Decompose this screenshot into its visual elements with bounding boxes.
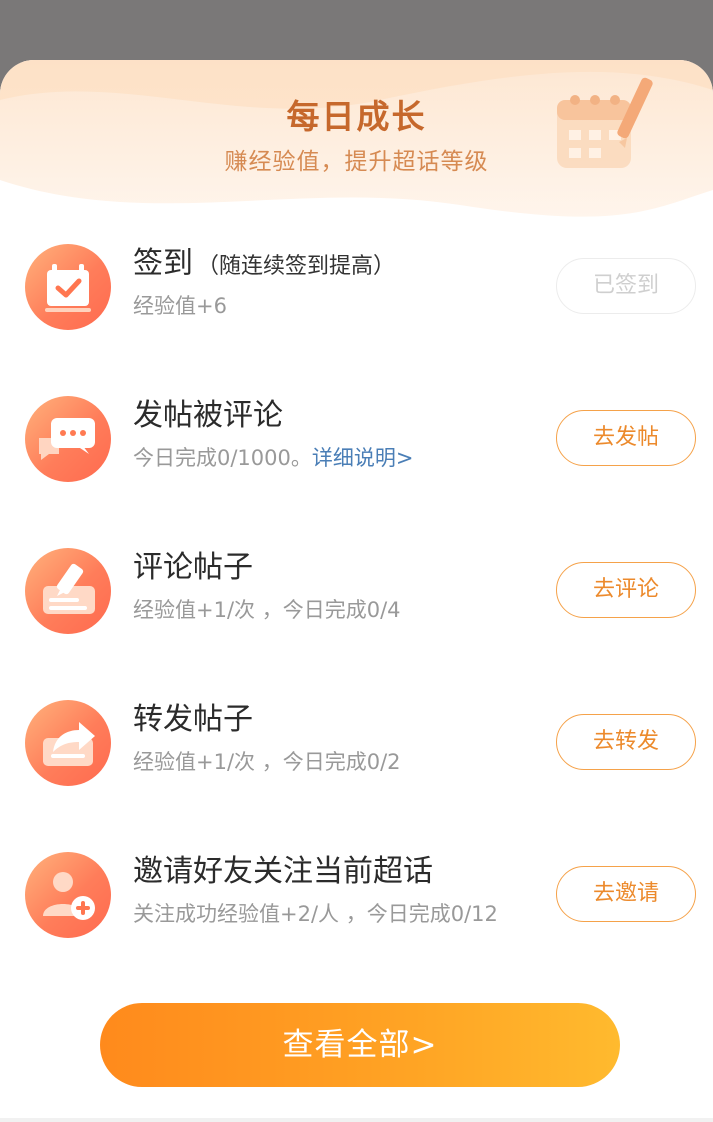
go-post-button[interactable]: 去发帖 [556,410,696,466]
task-title: 评论帖子 [133,550,253,585]
task-row-checkin: 签到 （随连续签到提高） 经验值+6 已签到 [0,232,713,342]
view-all-button[interactable]: 查看全部> [100,1003,620,1087]
page-subtitle: 赚经验值，提升超话等级 [224,149,489,175]
task-row-repost: 转发帖子 经验值+1/次 ，今日完成0/2 去转发 [0,688,713,798]
task-description: 经验值+6 [133,294,227,318]
chat-bubbles-icon [25,396,111,482]
task-title-text: 签到 [133,246,193,281]
task-title: 签到 （随连续签到提高） [133,238,395,282]
task-title: 转发帖子 [133,702,253,737]
task-description: 今日完成0/1000。详细说明> [133,442,414,472]
task-description: 关注成功经验值+2/人 ，今日完成0/12 [133,902,498,926]
task-row-comment: 评论帖子 经验值+1/次 ，今日完成0/4 去评论 [0,536,713,646]
details-link[interactable]: 详细说明> [312,446,414,470]
task-title: 发帖被评论 [133,398,283,433]
task-description: 经验值+1/次 ，今日完成0/4 [133,598,401,622]
go-repost-button[interactable]: 去转发 [556,714,696,770]
task-title-note: （随连续签到提高） [197,254,396,279]
task-row-post-commented: 发帖被评论 今日完成0/1000。详细说明> 去发帖 [0,384,713,494]
comment-edit-icon [25,548,111,634]
task-row-invite: 邀请好友关注当前超话 关注成功经验值+2/人 ，今日完成0/12 去邀请 [0,840,713,950]
task-title: 邀请好友关注当前超话 [133,854,433,889]
divider [0,1118,713,1122]
go-invite-button[interactable]: 去邀请 [556,866,696,922]
checked-in-button[interactable]: 已签到 [556,258,696,314]
add-friend-icon [25,852,111,938]
daily-growth-panel: 每日成长 赚经验值，提升超话等级 签到（随连续签到提高） 经验值+6 已签到 [0,60,713,1122]
share-forward-icon [25,700,111,786]
task-description: 经验值+1/次 ，今日完成0/2 [133,750,401,774]
panel-header: 每日成长 赚经验值，提升超话等级 [0,60,713,230]
go-comment-button[interactable]: 去评论 [556,562,696,618]
calendar-check-icon [25,244,111,330]
page-title: 每日成长 [286,97,427,136]
task-description-text: 今日完成0/1000。 [133,446,312,470]
